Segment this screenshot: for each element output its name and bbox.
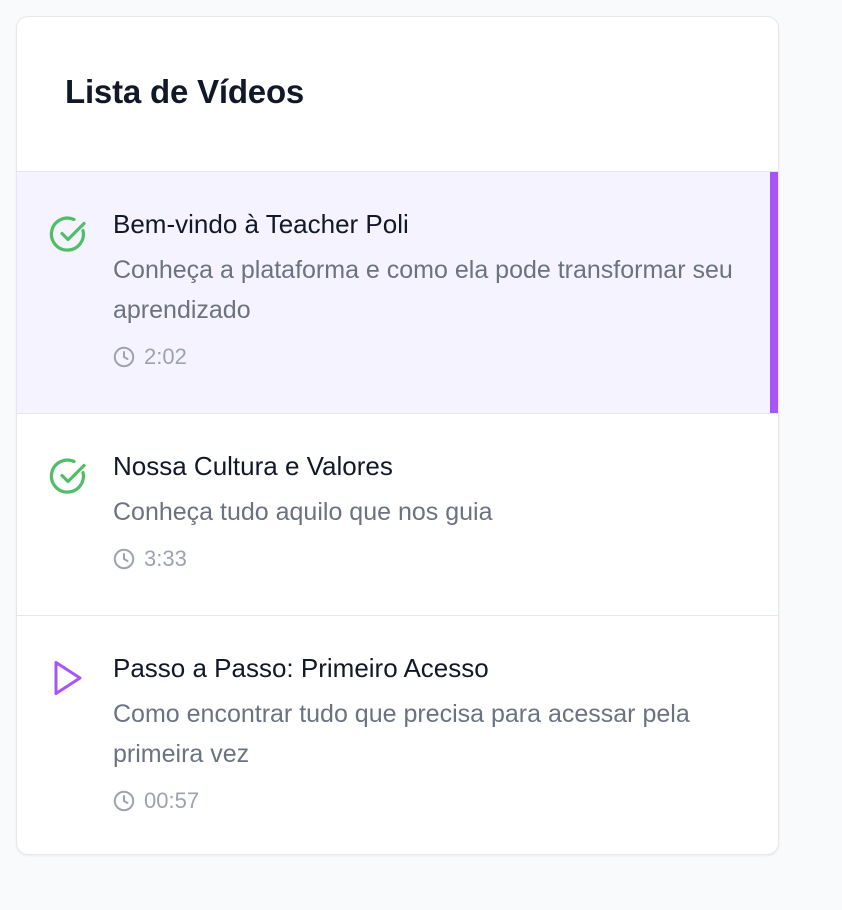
video-list: Bem-vindo à Teacher Poli Conheça a plata… bbox=[17, 172, 778, 854]
video-title: Passo a Passo: Primeiro Acesso bbox=[113, 653, 489, 683]
video-item-welcome[interactable]: Bem-vindo à Teacher Poli Conheça a plata… bbox=[17, 172, 778, 414]
duration-text: 2:02 bbox=[144, 344, 187, 369]
video-item-culture[interactable]: Nossa Cultura e Valores Conheça tudo aqu… bbox=[17, 414, 778, 616]
video-list-panel: Lista de Vídeos Bem-vindo à Teacher Poli… bbox=[16, 16, 779, 855]
video-item-content: Nossa Cultura e Valores Conheça tudo aqu… bbox=[113, 450, 738, 615]
video-item-content: Passo a Passo: Primeiro Acesso Como enco… bbox=[113, 652, 738, 854]
video-item-first-access[interactable]: Passo a Passo: Primeiro Acesso Como enco… bbox=[17, 616, 778, 854]
play-icon bbox=[49, 658, 89, 698]
video-duration: 3:33 bbox=[113, 546, 738, 572]
clock-icon bbox=[113, 548, 135, 570]
video-title: Nossa Cultura e Valores bbox=[113, 451, 393, 481]
video-item-content: Bem-vindo à Teacher Poli Conheça a plata… bbox=[113, 208, 738, 413]
video-duration: 00:57 bbox=[113, 788, 738, 814]
duration-text: 00:57 bbox=[144, 788, 200, 813]
video-description: Conheça tudo aquilo que nos guia bbox=[113, 498, 493, 526]
video-description: Como encontrar tudo que precisa para ace… bbox=[113, 700, 690, 768]
panel-title: Lista de Vídeos bbox=[65, 73, 305, 110]
clock-icon bbox=[113, 346, 135, 368]
check-circle-icon bbox=[49, 214, 89, 254]
video-duration: 2:02 bbox=[113, 344, 738, 370]
panel-header: Lista de Vídeos bbox=[17, 17, 778, 172]
video-description: Conheça a plataforma e como ela pode tra… bbox=[113, 256, 733, 324]
check-circle-icon bbox=[49, 456, 89, 496]
clock-icon bbox=[113, 790, 135, 812]
video-title: Bem-vindo à Teacher Poli bbox=[113, 209, 409, 239]
duration-text: 3:33 bbox=[144, 546, 187, 571]
